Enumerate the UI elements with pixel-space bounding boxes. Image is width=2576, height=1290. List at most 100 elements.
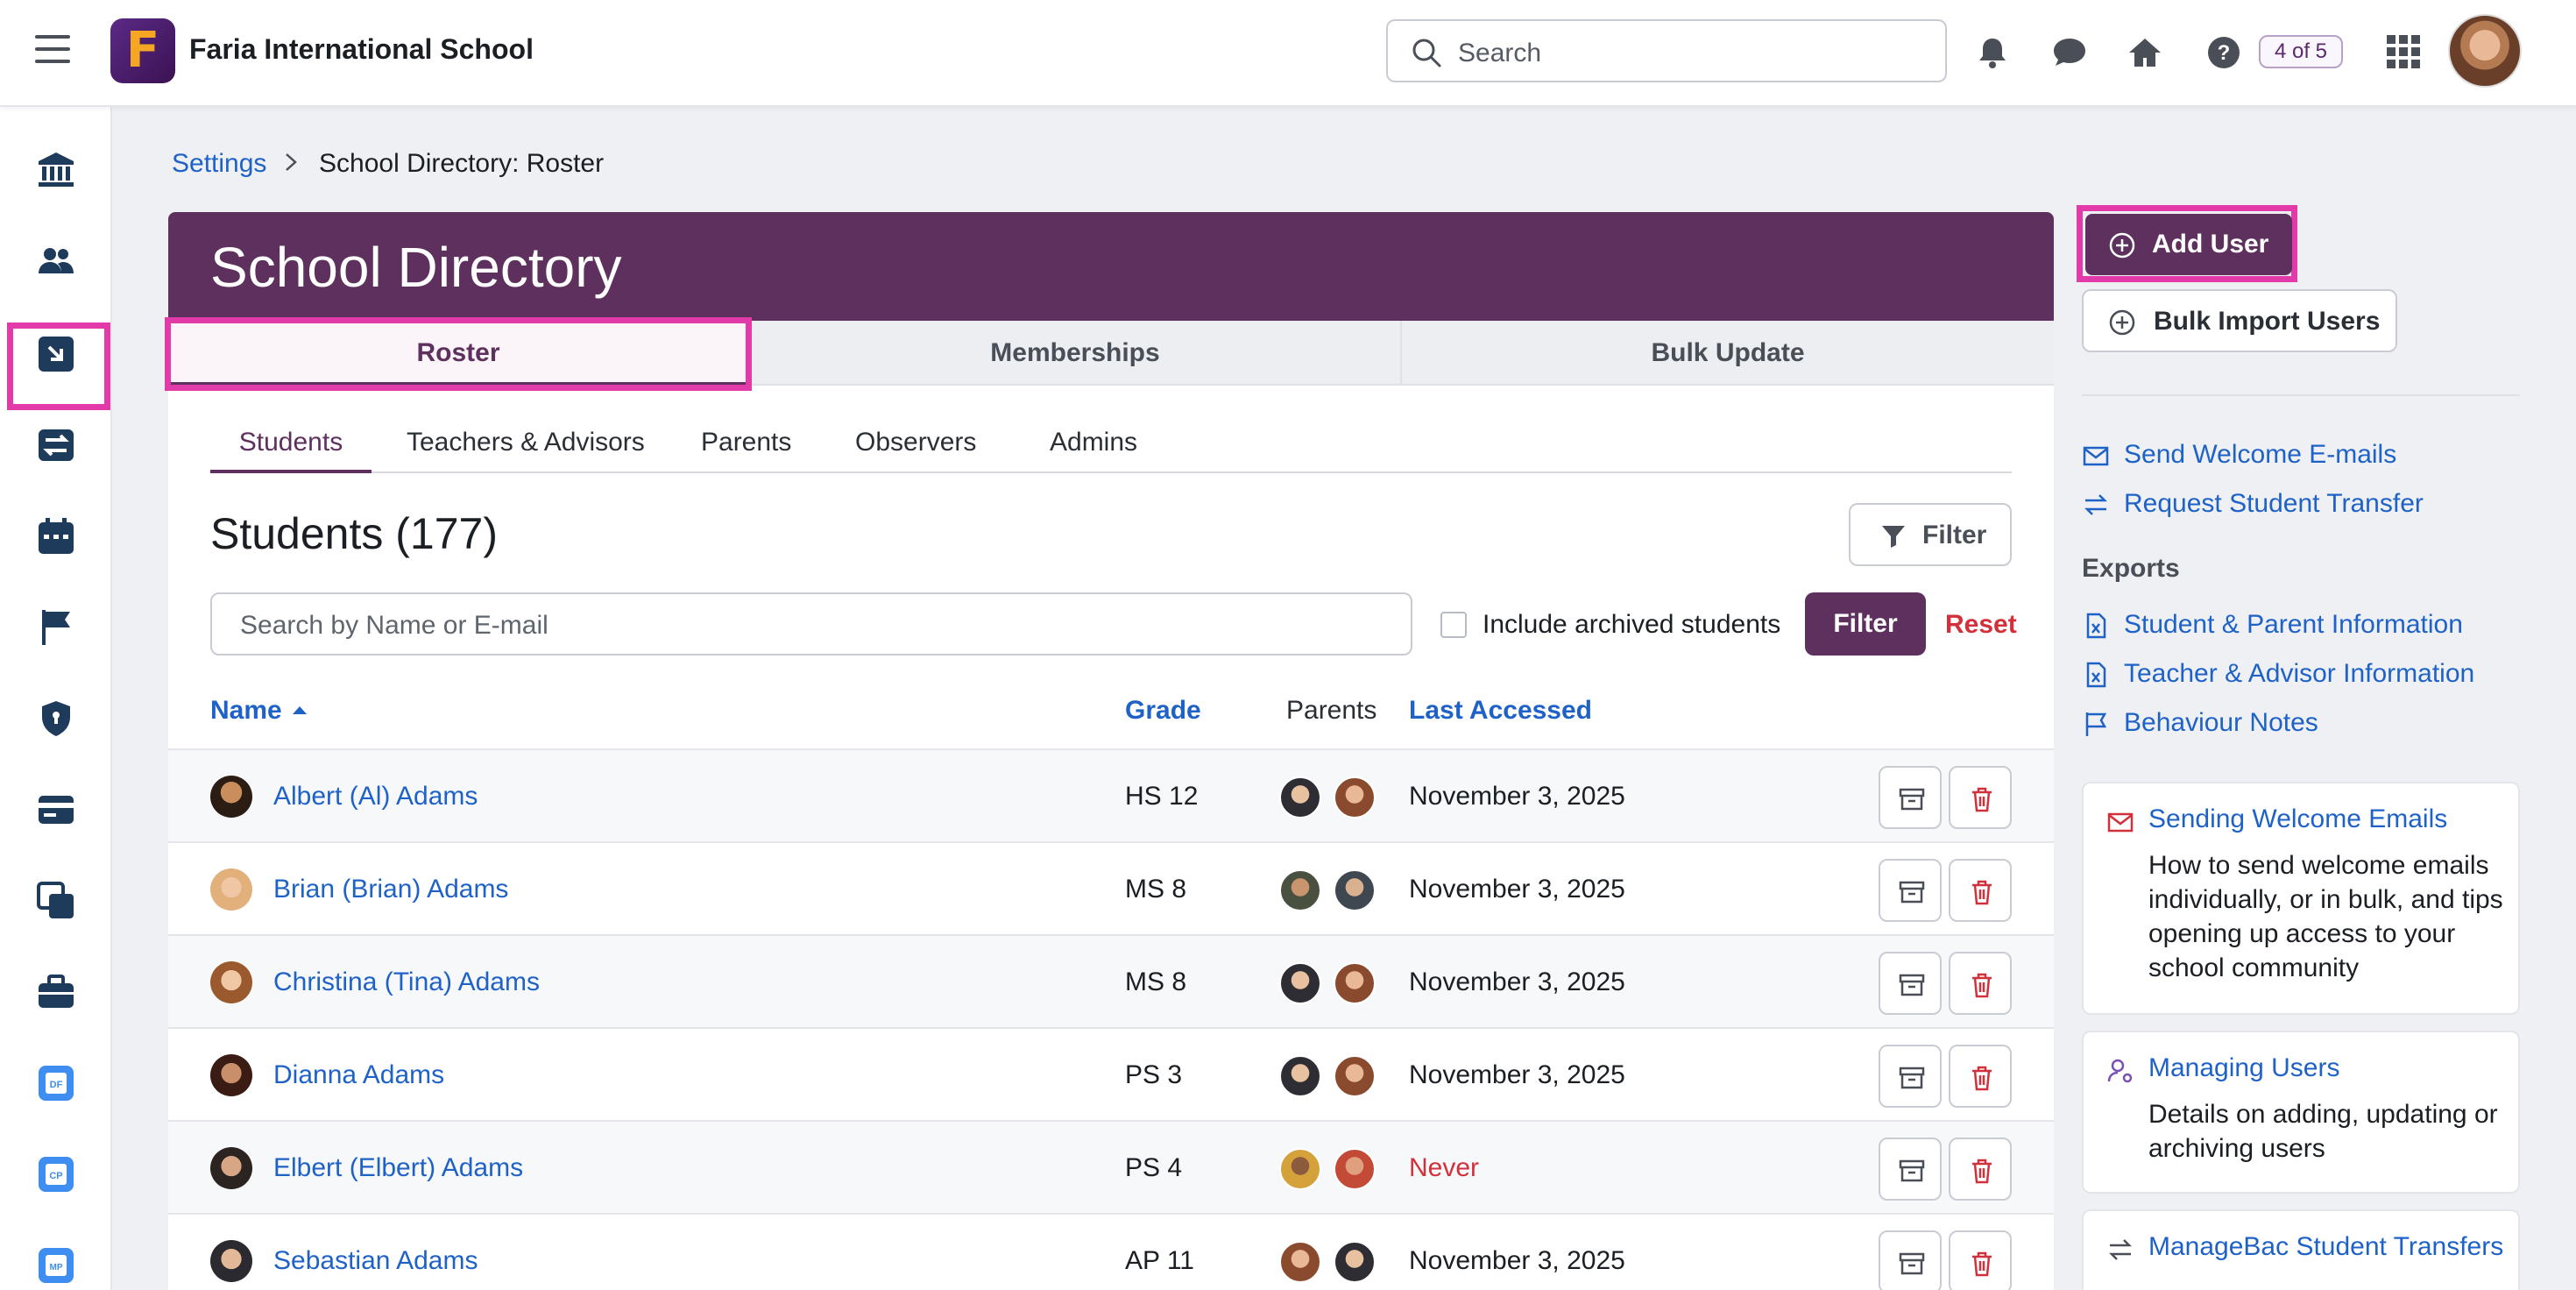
parent-avatar[interactable] bbox=[1334, 776, 1376, 819]
help-card-student-transfers[interactable]: ManageBac Student Transfers bbox=[2082, 1209, 2520, 1290]
archive-button[interactable] bbox=[1879, 1045, 1942, 1108]
student-name-link[interactable]: Elbert (Elbert) Adams bbox=[273, 1153, 523, 1183]
parent-avatar[interactable] bbox=[1279, 776, 1321, 819]
archive-icon bbox=[1899, 1159, 1925, 1182]
breadcrumb-settings-link[interactable]: Settings bbox=[172, 149, 266, 179]
student-grade: AP 11 bbox=[1125, 1246, 1194, 1275]
parent-avatar[interactable] bbox=[1334, 869, 1376, 911]
school-logo[interactable]: F bbox=[110, 18, 175, 83]
student-name-link[interactable]: Dianna Adams bbox=[273, 1060, 444, 1090]
help-icon[interactable]: ? bbox=[2204, 33, 2243, 72]
help-card-title[interactable]: ManageBac Student Transfers bbox=[2148, 1232, 2503, 1262]
tab-memberships[interactable]: Memberships bbox=[750, 321, 1402, 386]
filter-toggle-button[interactable]: Filter bbox=[1849, 503, 2012, 566]
card-icon[interactable] bbox=[35, 789, 77, 831]
trash-icon bbox=[1972, 1066, 1992, 1091]
excel-file-icon bbox=[2086, 613, 2106, 639]
last-accessed: November 3, 2025 bbox=[1409, 1246, 1625, 1275]
include-archived-checkbox[interactable] bbox=[1440, 612, 1467, 638]
help-card-welcome-emails[interactable]: Sending Welcome Emails How to send welco… bbox=[2082, 782, 2520, 1015]
home-icon[interactable] bbox=[2126, 33, 2164, 72]
global-search-input[interactable]: Search bbox=[1386, 19, 1947, 82]
last-accessed: November 3, 2025 bbox=[1409, 782, 1625, 811]
app-cp-icon[interactable]: CP bbox=[35, 1153, 77, 1195]
apply-filter-button[interactable]: Filter bbox=[1805, 592, 1926, 656]
column-header-name[interactable]: Name bbox=[210, 696, 282, 726]
archive-button[interactable] bbox=[1879, 859, 1942, 922]
parent-avatar[interactable] bbox=[1279, 962, 1321, 1004]
app-df-icon[interactable]: DF bbox=[35, 1062, 77, 1104]
arrow-in-icon[interactable] bbox=[35, 333, 77, 375]
archive-button[interactable] bbox=[1879, 766, 1942, 829]
archive-button[interactable] bbox=[1879, 952, 1942, 1015]
parent-avatar[interactable] bbox=[1279, 1055, 1321, 1097]
add-user-button[interactable]: Add User bbox=[2085, 214, 2292, 275]
student-name-link[interactable]: Christina (Tina) Adams bbox=[273, 968, 540, 997]
name-search-placeholder: Search by Name or E-mail bbox=[240, 611, 548, 640]
delete-button[interactable] bbox=[1949, 952, 2012, 1015]
copy-icon[interactable] bbox=[35, 880, 77, 922]
users-icon[interactable] bbox=[35, 240, 77, 282]
tab-roster[interactable]: Roster bbox=[168, 321, 750, 386]
delete-button[interactable] bbox=[1949, 766, 2012, 829]
sort-ascending-icon[interactable] bbox=[293, 706, 307, 714]
progress-badge[interactable]: 4 of 5 bbox=[2259, 35, 2343, 68]
user-avatar[interactable] bbox=[2448, 14, 2522, 88]
transfer-icon[interactable] bbox=[35, 424, 77, 466]
calendar-icon[interactable] bbox=[35, 515, 77, 557]
column-header-grade[interactable]: Grade bbox=[1125, 696, 1201, 726]
name-email-search-input[interactable]: Search by Name or E-mail bbox=[210, 592, 1412, 656]
archive-button[interactable] bbox=[1879, 1230, 1942, 1290]
delete-button[interactable] bbox=[1949, 859, 2012, 922]
app-mp-icon[interactable]: MP bbox=[35, 1244, 77, 1286]
briefcase-icon[interactable] bbox=[35, 971, 77, 1013]
parent-avatar[interactable] bbox=[1334, 1055, 1376, 1097]
subtab-observers[interactable]: Observers bbox=[855, 419, 976, 473]
envelope-icon bbox=[2107, 812, 2134, 833]
subtab-teachers-advisors[interactable]: Teachers & Advisors bbox=[407, 419, 645, 473]
subtab-parents[interactable]: Parents bbox=[701, 419, 791, 473]
student-avatar bbox=[210, 1240, 252, 1282]
chat-icon[interactable] bbox=[2050, 33, 2089, 72]
last-accessed: Never bbox=[1409, 1153, 1480, 1182]
parent-avatar[interactable] bbox=[1334, 962, 1376, 1004]
delete-button[interactable] bbox=[1949, 1045, 2012, 1108]
bulk-import-button[interactable]: Bulk Import Users bbox=[2082, 289, 2397, 352]
chevron-right-icon bbox=[286, 153, 297, 171]
student-name-link[interactable]: Sebastian Adams bbox=[273, 1246, 478, 1276]
archive-button[interactable] bbox=[1879, 1138, 1942, 1201]
school-name[interactable]: Faria International School bbox=[189, 33, 534, 66]
menu-icon[interactable] bbox=[35, 35, 70, 67]
add-user-label: Add User bbox=[2152, 230, 2269, 259]
bell-icon[interactable] bbox=[1973, 33, 2012, 72]
help-card-title[interactable]: Managing Users bbox=[2148, 1053, 2339, 1083]
envelope-icon bbox=[2083, 446, 2109, 466]
subtab-students[interactable]: Students bbox=[210, 419, 372, 473]
directory-header: School Directory bbox=[168, 212, 2054, 321]
delete-button[interactable] bbox=[1949, 1230, 2012, 1290]
student-name-link[interactable]: Brian (Brian) Adams bbox=[273, 875, 508, 904]
reset-filter-link[interactable]: Reset bbox=[1945, 610, 2017, 640]
parent-avatar[interactable] bbox=[1279, 1148, 1321, 1190]
svg-text:CP: CP bbox=[49, 1171, 62, 1181]
help-card-title[interactable]: Sending Welcome Emails bbox=[2148, 804, 2447, 834]
parent-avatar[interactable] bbox=[1334, 1148, 1376, 1190]
tab-bulk-update[interactable]: Bulk Update bbox=[1402, 321, 2054, 386]
subtab-admins[interactable]: Admins bbox=[1050, 419, 1137, 473]
apps-grid-icon[interactable] bbox=[2385, 33, 2422, 70]
help-card-managing-users[interactable]: Managing Users Details on adding, updati… bbox=[2082, 1031, 2520, 1194]
student-name-link[interactable]: Albert (Al) Adams bbox=[273, 782, 478, 812]
flag-icon[interactable] bbox=[35, 606, 77, 649]
shield-icon[interactable] bbox=[35, 698, 77, 740]
transfer-arrows-icon bbox=[2108, 1239, 2133, 1260]
parent-avatar[interactable] bbox=[1279, 869, 1321, 911]
delete-button[interactable] bbox=[1949, 1138, 2012, 1201]
parent-avatar[interactable] bbox=[1279, 1241, 1321, 1283]
bank-icon[interactable] bbox=[35, 149, 77, 191]
include-archived-label[interactable]: Include archived students bbox=[1483, 610, 1780, 640]
parent-avatar[interactable] bbox=[1334, 1241, 1376, 1283]
student-avatar bbox=[210, 1147, 252, 1189]
column-header-last-accessed[interactable]: Last Accessed bbox=[1409, 696, 1592, 726]
table-row: Elbert (Elbert) Adams PS 4 Never bbox=[168, 1120, 2054, 1213]
archive-icon bbox=[1899, 788, 1925, 811]
